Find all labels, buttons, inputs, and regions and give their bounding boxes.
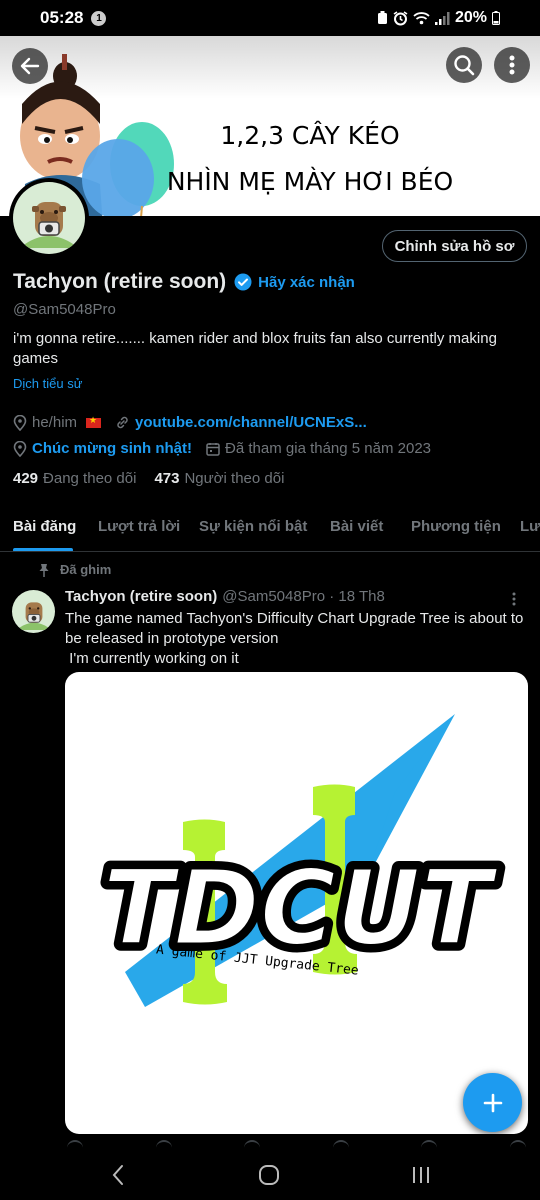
status-time: 05:28 <box>40 8 84 27</box>
tab-posts[interactable]: Bài đăng <box>13 518 76 535</box>
calendar-icon <box>206 442 220 456</box>
alarm-icon <box>393 10 408 26</box>
back-button[interactable] <box>12 48 48 84</box>
verified-badge-icon <box>234 273 252 291</box>
pronouns-text: he/him <box>32 414 78 431</box>
system-back-button[interactable] <box>110 1164 126 1191</box>
profile-meta-row1: he/him youtube.com/channel/UCNExS... <box>13 414 381 431</box>
battery-percent: 20% <box>454 9 487 26</box>
system-navigation-bar <box>0 1152 540 1200</box>
location-pin-icon <box>13 440 27 457</box>
post-actions-peek <box>65 1140 528 1152</box>
search-button[interactable] <box>446 47 482 83</box>
profile-avatar[interactable] <box>9 178 89 258</box>
post-author-meta: @Sam5048Pro · 18 Th8 <box>222 588 385 605</box>
birthday-text[interactable]: Chúc mừng sinh nhật! <box>32 440 192 457</box>
chevron-left-icon <box>112 1165 123 1185</box>
post-text-line2: I'm currently working on it <box>65 650 239 667</box>
capybara-avatar-image <box>13 182 85 254</box>
wifi-icon <box>413 11 430 25</box>
tab-replies[interactable]: Lượt trả lời <box>98 518 180 535</box>
pin-icon <box>39 563 49 577</box>
follow-stats: 429 Đang theo dõi 473 Người theo dõi <box>13 470 302 487</box>
reply-icon[interactable] <box>67 1140 83 1148</box>
post-text: The game named Tachyon's Difficulty Char… <box>65 609 525 669</box>
post-author-name[interactable]: Tachyon (retire soon) <box>65 588 217 605</box>
link-icon <box>117 416 128 429</box>
banner-text-line2: NHÌN MẸ MÀY HƠI BÉO <box>166 167 454 196</box>
bookmark-icon[interactable] <box>421 1140 438 1148</box>
share-icon[interactable] <box>509 1140 526 1148</box>
views-icon[interactable] <box>332 1140 349 1148</box>
followers-label[interactable]: Người theo dõi <box>184 470 284 487</box>
profile-name-row: Tachyon (retire soon) Hãy xác nhận <box>13 270 355 294</box>
get-verified-link[interactable]: Hãy xác nhận <box>258 274 355 291</box>
plus-icon <box>483 1093 502 1112</box>
edit-profile-button[interactable]: Chỉnh sửa hồ sơ <box>382 230 527 262</box>
birthday-item: Chúc mừng sinh nhật! <box>13 440 192 457</box>
location-pin-icon <box>13 414 27 431</box>
system-recents-button[interactable] <box>410 1164 432 1191</box>
followers-count[interactable]: 473 <box>154 470 179 487</box>
compose-post-button[interactable] <box>463 1073 522 1132</box>
more-options-button[interactable] <box>494 47 530 83</box>
following-label[interactable]: Đang theo dõi <box>43 470 136 487</box>
status-bar: 05:28 1 20% <box>0 0 540 36</box>
post-text-line1: The game named Tachyon's Difficulty Char… <box>65 610 524 647</box>
repost-icon[interactable] <box>155 1140 172 1148</box>
profile-meta-row2: Chúc mừng sinh nhật! Đã tham gia tháng 5… <box>13 440 445 457</box>
active-tab-indicator <box>13 548 73 551</box>
home-circle-icon <box>259 1165 279 1185</box>
battery-saver-icon <box>377 11 388 25</box>
tab-likes[interactable]: Lượt thích <box>520 518 540 535</box>
signal-icon <box>434 11 450 25</box>
tab-articles[interactable]: Bài viết <box>330 518 383 535</box>
more-vertical-icon <box>512 592 516 606</box>
tab-media[interactable]: Phương tiện <box>411 518 501 535</box>
joined-text: Đã tham gia tháng 5 năm 2023 <box>225 440 432 457</box>
notification-count-badge: 1 <box>91 10 107 26</box>
battery-icon <box>492 11 500 25</box>
tdcut-game-logo: TDCUT TDCUT A game of JJT Upgrade Tree <box>96 714 506 1007</box>
pinned-label-row: Đã ghim <box>38 562 111 577</box>
arrow-left-icon <box>20 57 40 75</box>
translate-bio-link[interactable]: Dịch tiểu sử <box>13 376 82 391</box>
post-header: Tachyon (retire soon) @Sam5048Pro · 18 T… <box>65 588 385 605</box>
status-icons: 20% <box>377 9 500 27</box>
vietnam-flag-icon <box>86 415 102 428</box>
display-name: Tachyon (retire soon) <box>13 270 227 293</box>
post-media-image[interactable]: TDCUT TDCUT A game of JJT Upgrade Tree <box>65 672 528 1134</box>
system-home-button[interactable] <box>258 1164 280 1191</box>
pinned-label: Đã ghim <box>60 562 112 577</box>
search-icon <box>454 55 475 76</box>
joined-item: Đã tham gia tháng 5 năm 2023 <box>206 440 431 457</box>
profile-bio: i'm gonna retire....... kamen rider and … <box>13 330 497 367</box>
recents-icon <box>413 1167 429 1183</box>
tab-highlights[interactable]: Sự kiện nổi bật <box>199 518 307 535</box>
post-author-avatar[interactable] <box>12 590 55 633</box>
like-icon[interactable] <box>244 1140 261 1148</box>
pronouns-item: he/him <box>13 414 102 431</box>
more-vertical-icon <box>509 55 515 75</box>
website-link[interactable]: youtube.com/channel/UCNExS... <box>135 414 367 431</box>
website-item[interactable]: youtube.com/channel/UCNExS... <box>115 414 367 431</box>
profile-tabs: Bài đăng Lượt trả lời Sự kiện nổi bật Bà… <box>0 505 540 552</box>
banner-text-line1: 1,2,3 CÂY KÉO <box>220 121 400 150</box>
profile-handle: @Sam5048Pro <box>13 301 116 318</box>
following-count[interactable]: 429 <box>13 470 38 487</box>
